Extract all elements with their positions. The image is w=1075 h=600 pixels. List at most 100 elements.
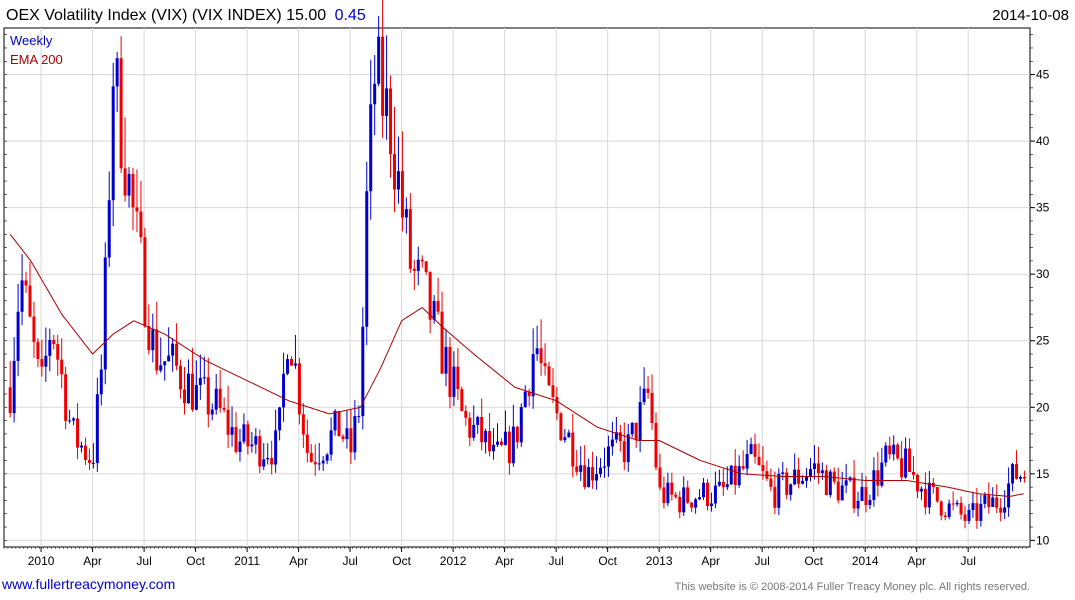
candle-body — [543, 363, 547, 367]
chart-title-text: OEX Volatility Index (VIX) (VIX INDEX) 1… — [6, 7, 326, 24]
candle-body — [686, 487, 690, 503]
candle-body — [888, 445, 892, 455]
candle-body — [436, 300, 440, 312]
candle-body — [646, 388, 650, 393]
candle-body — [963, 514, 967, 521]
candle-body — [325, 454, 329, 461]
candle-body — [705, 482, 709, 507]
candle-body — [904, 448, 908, 478]
candle-body — [812, 463, 816, 470]
candle-body — [694, 499, 698, 508]
candle-body — [892, 444, 896, 455]
candle-body — [571, 432, 575, 467]
candle-body — [444, 346, 448, 374]
candle-body — [876, 470, 880, 486]
candle-body — [468, 417, 472, 438]
candle-body — [404, 209, 408, 218]
candle-body — [674, 494, 678, 497]
candle-body — [456, 366, 460, 390]
candle-body — [64, 374, 68, 421]
candle-body — [83, 445, 87, 460]
candle-body — [1015, 464, 1019, 479]
y-tick-label: 20 — [1036, 400, 1050, 414]
candle-body — [935, 487, 939, 502]
candle-body — [40, 359, 44, 367]
candle-body — [507, 431, 511, 464]
candle-body — [432, 300, 436, 320]
candle-body — [927, 482, 931, 508]
x-tick-label: Apr — [83, 554, 102, 568]
candle-body — [353, 416, 357, 453]
candle-body — [258, 436, 262, 467]
candle-body — [76, 418, 80, 448]
candle-body — [923, 488, 927, 508]
candle-body — [246, 424, 250, 447]
y-tick-label: 40 — [1036, 134, 1050, 148]
candle-body — [400, 171, 404, 218]
candle-body — [999, 507, 1003, 513]
candle-body — [412, 268, 416, 271]
candle-body — [820, 470, 824, 474]
candle-body — [321, 460, 325, 464]
candle-body — [690, 502, 694, 508]
candle-body — [28, 285, 32, 317]
candle-body — [460, 389, 464, 411]
candle-body — [464, 410, 468, 418]
candle-body — [757, 456, 761, 466]
candle-body — [262, 459, 266, 467]
candle-body — [741, 466, 745, 469]
candle-body — [186, 373, 190, 404]
candle-body — [135, 207, 139, 212]
candle-body — [143, 237, 147, 327]
y-tick-label: 10 — [1036, 533, 1050, 547]
candle-body — [452, 366, 456, 397]
candle-body — [908, 448, 912, 473]
y-tick-label: 15 — [1036, 467, 1050, 481]
candle-body — [369, 104, 373, 192]
candle-body — [777, 473, 781, 508]
footer-copyright: This website is © 2008-2014 Fuller Treac… — [675, 581, 1030, 593]
x-tick-label: Apr — [289, 554, 308, 568]
candle-body — [392, 154, 396, 190]
candle-body — [52, 339, 56, 345]
candle-body — [440, 311, 444, 374]
candle-body — [111, 86, 115, 201]
candle-body — [650, 392, 654, 423]
candle-body — [587, 467, 591, 488]
y-tick-label: 45 — [1036, 68, 1050, 82]
candle-body — [91, 462, 95, 464]
candle-body — [242, 424, 246, 442]
candle-body — [884, 445, 888, 463]
candle-body — [868, 499, 872, 506]
candle-body — [610, 439, 614, 447]
candle-body — [682, 487, 686, 513]
candle-body — [492, 444, 496, 452]
candle-body — [523, 391, 527, 408]
candle-body — [286, 359, 290, 374]
candle-body — [297, 363, 301, 415]
candle-body — [428, 272, 432, 320]
candle-body — [238, 441, 242, 452]
candle-body — [72, 418, 76, 421]
chart-date: 2014-10-08 — [992, 7, 1069, 24]
x-tick-label: Jul — [961, 554, 976, 568]
candle-body — [365, 191, 369, 327]
candle-body — [194, 385, 198, 410]
footer-website-link[interactable]: www.fullertreacymoney.com — [1, 576, 175, 592]
candle-body — [8, 387, 12, 414]
legend-weekly: Weekly — [10, 33, 53, 48]
candle-body — [547, 366, 551, 386]
candle-body — [745, 453, 749, 469]
x-tick-label: Apr — [701, 554, 720, 568]
candle-body — [959, 502, 963, 515]
legend-ema: EMA 200 — [10, 52, 63, 67]
candle-body — [809, 469, 813, 477]
x-tick-label: 2013 — [646, 554, 673, 568]
candle-body — [333, 410, 337, 431]
candle-body — [781, 472, 785, 474]
candle-body — [626, 434, 630, 463]
candle-body — [955, 502, 959, 505]
candle-body — [606, 446, 610, 467]
x-tick-label: Jul — [342, 554, 357, 568]
candle-body — [844, 480, 848, 486]
